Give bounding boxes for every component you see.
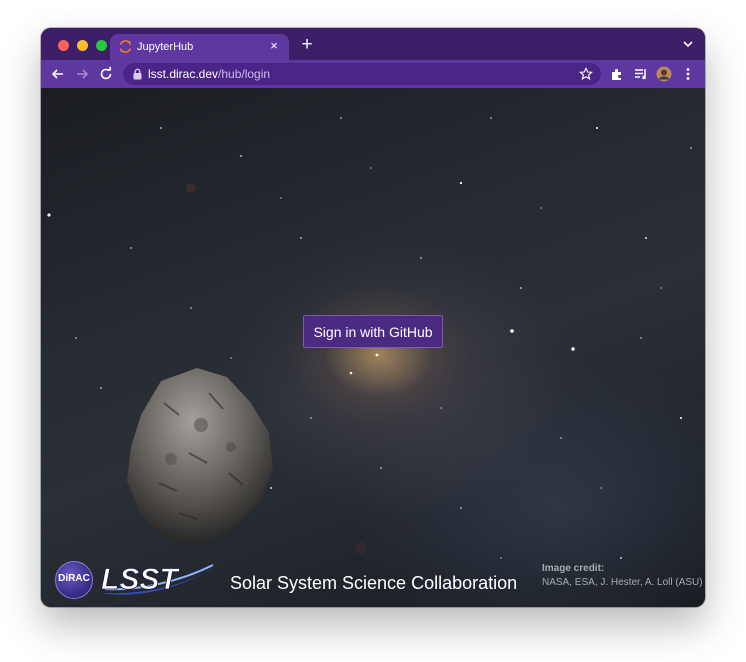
- reload-icon[interactable]: [98, 66, 114, 82]
- address-bar[interactable]: lsst.dirac.dev/hub/login: [123, 63, 601, 85]
- zoom-window-button[interactable]: [96, 40, 107, 51]
- minimize-window-button[interactable]: [77, 40, 88, 51]
- forward-icon[interactable]: [74, 66, 90, 82]
- new-tab-button[interactable]: +: [296, 34, 318, 56]
- tab-close-icon[interactable]: ×: [266, 38, 282, 54]
- tab-jupyterhub[interactable]: JupyterHub ×: [110, 34, 289, 60]
- back-icon[interactable]: [50, 66, 66, 82]
- login-page: Sign in with GitHub DiRAC LSST Solar Sys…: [41, 88, 705, 607]
- asteroid-image: [127, 368, 273, 545]
- jupyter-icon: [120, 40, 131, 53]
- lock-icon: [133, 68, 142, 80]
- window-controls: [58, 40, 107, 51]
- lsst-logo-text: LSST: [101, 563, 180, 596]
- browser-window: JupyterHub × + lsst.dirac.dev/hub/login: [41, 28, 705, 607]
- profile-avatar[interactable]: [656, 66, 672, 82]
- dirac-logo: DiRAC: [55, 561, 93, 599]
- more-icon[interactable]: [680, 66, 696, 82]
- close-window-button[interactable]: [58, 40, 69, 51]
- collaboration-title: Solar System Science Collaboration: [230, 573, 518, 593]
- media-icon[interactable]: [633, 66, 649, 82]
- lsst-logo: LSST: [101, 563, 219, 596]
- bookmark-star-icon[interactable]: [579, 67, 593, 81]
- browser-toolbar: lsst.dirac.dev/hub/login: [41, 60, 705, 88]
- extensions-icon[interactable]: [609, 66, 625, 82]
- dirac-logo-text: DiRAC: [58, 573, 90, 584]
- url-host: lsst.dirac.dev: [148, 67, 219, 81]
- chevron-down-icon[interactable]: [681, 37, 695, 51]
- address-url: lsst.dirac.dev/hub/login: [148, 67, 270, 81]
- tab-bar: JupyterHub × +: [41, 28, 705, 60]
- url-path: /hub/login: [218, 67, 271, 81]
- image-credit-title: Image credit:: [542, 563, 605, 574]
- sign-in-github-button[interactable]: Sign in with GitHub: [303, 315, 443, 348]
- tab-title: JupyterHub: [137, 41, 194, 53]
- image-credit-body: NASA, ESA, J. Hester, A. Loll (ASU): [542, 577, 703, 588]
